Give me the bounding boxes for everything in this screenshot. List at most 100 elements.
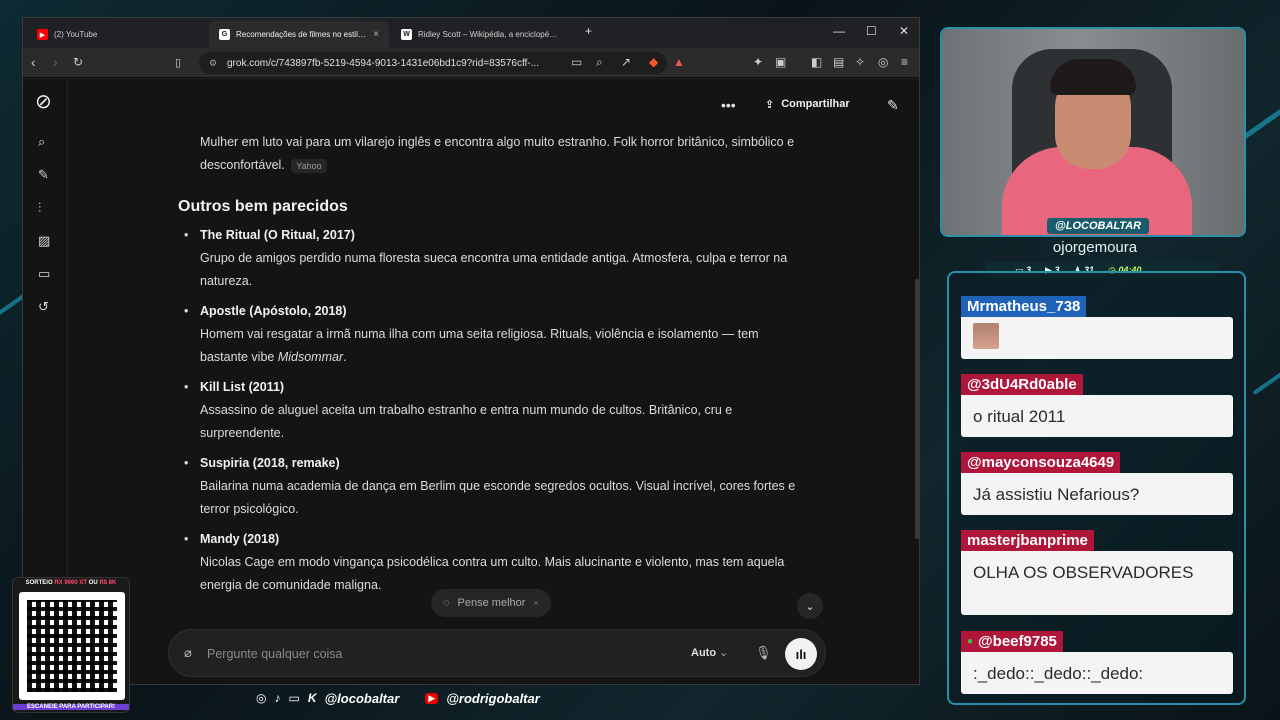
chat-username: @mayconsouza4649 (961, 452, 1121, 473)
minimize-icon[interactable]: — (833, 24, 845, 38)
list-item: Mandy (2018) Nicolas Cage em modo vingan… (178, 528, 808, 597)
youtube-icon: ▶ (37, 29, 48, 40)
source-badge[interactable]: Yahoo (291, 159, 327, 173)
suggestion-chip[interactable]: ◌ Pense melhor × (431, 589, 551, 617)
twitch-icon: ▭ (288, 691, 300, 705)
scroll-down-button[interactable]: ⌄ (797, 593, 823, 619)
social-handle: @rodrigobaltar (446, 690, 540, 706)
streamer-name: ojorgemoura (1052, 239, 1138, 256)
chat-username: masterjbanprime (961, 530, 1094, 551)
chat-username: Mrmatheus_738 (961, 296, 1087, 317)
close-window-icon[interactable]: ✕ (899, 24, 909, 38)
attach-icon[interactable]: ⌀ (184, 645, 192, 661)
kick-icon: K (307, 691, 317, 705)
tab-youtube[interactable]: ▶ (2) YouTube (27, 21, 207, 48)
tab-grok[interactable]: G Recomendações de filmes no estilo Mi × (209, 21, 389, 48)
movie-title: The Ritual (O Ritual, 2017) (200, 228, 355, 242)
leo-ai-icon[interactable]: ✧ (855, 55, 865, 69)
grok-logo-icon[interactable]: ⊘ (35, 89, 52, 114)
list-item: The Ritual (O Ritual, 2017) Grupo de ami… (178, 224, 808, 293)
browser-window: ▶ (2) YouTube G Recomendações de filmes … (22, 17, 920, 685)
movie-desc: Assassino de aluguel aceita um trabalho … (200, 403, 733, 440)
grok-page: ⊘ ⌕ ✎ ⫶ ▨ ▭ ↺ ••• ⇪ Compartilhar ✎ Mulhe… (23, 79, 919, 684)
share-label: Compartilhar (781, 98, 850, 110)
giveaway-qr-card: SORTEIO RX 9060 XT OU R$ 8K ESCANEIE PAR… (12, 577, 130, 713)
chat-message: Já assistiu Nefarious? (961, 473, 1233, 515)
tab-wikipedia[interactable]: W Ridley Scott – Wikipédia, a enciclopéd… (391, 21, 571, 48)
composer: ⌀ Auto ⌄ 🎙 ılı (168, 629, 826, 677)
projects-icon[interactable]: ▭ (38, 266, 50, 282)
tiktok-icon: ♪ (274, 691, 281, 705)
wallet-icon[interactable]: ▤ (833, 55, 844, 69)
tab-label: Ridley Scott – Wikipédia, a enciclopédia… (418, 30, 561, 39)
vpn-icon[interactable]: ◎ (878, 55, 888, 69)
chevron-down-icon: ⌄ (805, 600, 815, 613)
movie-desc: Homem vai resgatar a irmã numa ilha com … (200, 327, 759, 364)
tab-bar: ▶ (2) YouTube G Recomendações de filmes … (23, 18, 919, 48)
brave-shield-icon[interactable]: ◆ (649, 55, 658, 69)
wikipedia-icon: W (401, 29, 412, 40)
grok-favicon-icon: G (219, 29, 230, 40)
dismiss-icon[interactable]: × (533, 598, 538, 608)
history-icon[interactable]: ↺ (38, 299, 49, 315)
bookmark-icon[interactable]: ▯ (175, 56, 181, 69)
movie-title: Apostle (Apóstolo, 2018) (200, 304, 347, 318)
url-text: grok.com/c/743897fb-5219-4594-9013-1431e… (227, 57, 539, 69)
qr-code (19, 592, 125, 700)
tab-label: Recomendações de filmes no estilo Mi (236, 30, 368, 39)
tab-label: (2) YouTube (54, 30, 98, 39)
chat-message: o ritual 2011 (961, 395, 1233, 437)
response-content: Mulher em luto vai para um vilarejo ingl… (178, 131, 808, 604)
movie-title: Kill List (2011) (200, 380, 285, 394)
waveform-icon: ılı (795, 646, 807, 662)
back-icon[interactable]: ‹ (31, 54, 36, 70)
streamer-handle: @LOCOBALTAR (1047, 218, 1150, 234)
lightbulb-icon: ◌ (443, 597, 450, 609)
share-page-icon[interactable]: ↗ (621, 55, 631, 69)
cast-icon[interactable]: ▭ (571, 55, 582, 69)
suggestion-label: Pense melhor (457, 597, 526, 609)
new-chat-icon[interactable]: ✎ (38, 167, 49, 183)
sticker-image (973, 323, 999, 349)
chat-message: OLHA OS OBSERVADORES (961, 551, 1233, 615)
site-info-icon[interactable]: ⚙ (209, 58, 217, 69)
close-tab-icon[interactable]: × (373, 29, 379, 40)
chat-message (961, 317, 1233, 359)
social-handle: @locobaltar (324, 690, 400, 706)
brave-rewards-icon[interactable]: ▲ (673, 55, 685, 69)
previous-item-desc: Mulher em luto vai para um vilarejo ingl… (200, 135, 795, 173)
more-options-icon[interactable]: ••• (721, 97, 736, 113)
zoom-icon[interactable]: ⌕ (596, 55, 603, 70)
scrollbar-thumb[interactable] (915, 279, 919, 539)
forward-icon[interactable]: › (53, 54, 58, 70)
section-heading: Outros bem parecidos (178, 198, 348, 215)
prompt-input[interactable] (207, 643, 637, 665)
social-handles: ◎ ♪ ▭ K @locobaltar ▶ @rodrigobaltar (256, 689, 540, 707)
chat-username: ● @beef9785 (961, 631, 1063, 652)
movie-title: Suspiria (2018, remake) (200, 456, 340, 470)
giveaway-cta: ESCANEIE PARA PARTICIPAR! (13, 704, 129, 710)
mode-select[interactable]: Auto ⌄ (691, 646, 728, 659)
youtube-icon: ▶ (425, 692, 439, 704)
streamer-hair (1050, 59, 1136, 95)
maximize-icon[interactable]: ☐ (866, 24, 877, 38)
movie-desc: Bailarina numa academia de dança em Berl… (200, 479, 796, 516)
new-tab-icon[interactable]: + (585, 24, 592, 38)
voice-mode-button[interactable]: ılı (785, 638, 817, 670)
reload-icon[interactable]: ↻ (73, 55, 83, 69)
microphone-icon[interactable]: 🎙 (755, 645, 772, 661)
movie-title: Mandy (2018) (200, 532, 280, 546)
chat-username: @3dU4Rd0able (961, 374, 1083, 395)
list-item: Suspiria (2018, remake) Bailarina numa a… (178, 452, 808, 521)
extensions-icon[interactable]: ✦ (753, 55, 763, 69)
share-button[interactable]: ⇪ Compartilhar (755, 91, 860, 117)
sidebar-toggle-icon[interactable]: ◧ (811, 55, 822, 69)
search-icon[interactable]: ⌕ (38, 134, 45, 150)
edit-icon[interactable]: ✎ (887, 97, 899, 114)
voice-icon[interactable]: ⫶ (38, 200, 41, 216)
webcam-frame (940, 27, 1246, 237)
imagine-icon[interactable]: ▨ (38, 233, 50, 249)
screenshot-icon[interactable]: ▣ (775, 55, 786, 69)
menu-icon[interactable]: ≡ (901, 55, 908, 69)
list-item: Apostle (Apóstolo, 2018) Homem vai resga… (178, 300, 808, 369)
